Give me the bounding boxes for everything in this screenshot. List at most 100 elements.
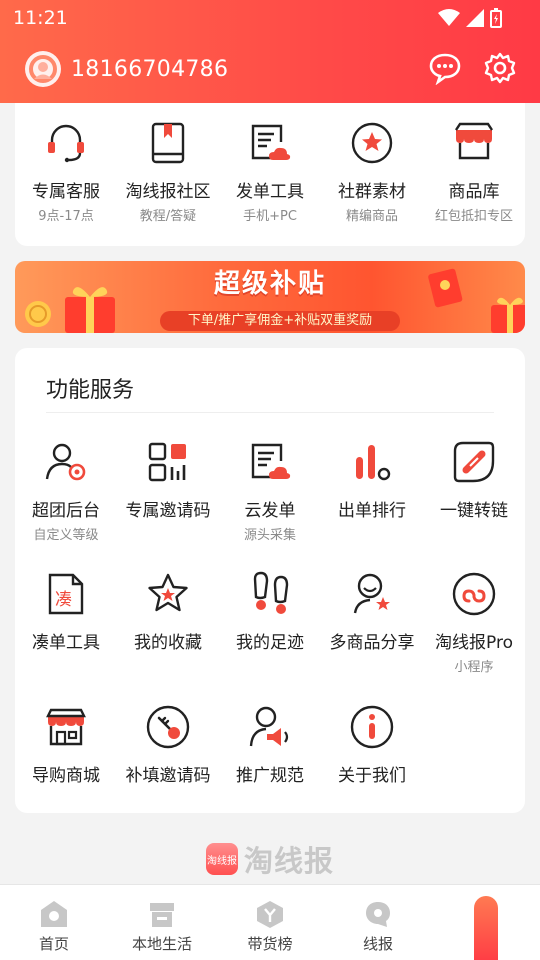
service-label: 多商品分享 — [329, 633, 415, 653]
service-favorites[interactable]: 我的收藏 — [117, 568, 219, 675]
coin-icon — [25, 301, 51, 327]
service-sub: 自定义等级 — [33, 528, 99, 543]
star-icon — [142, 568, 194, 620]
service-label: 凑单工具 — [32, 633, 100, 653]
service-label: 我的收藏 — [134, 633, 202, 653]
avatar[interactable] — [25, 51, 61, 87]
services-card: 功能服务 超团后台 自定义等级 专属邀请码 云发单 源头采集 出单排行 一键转链… — [15, 348, 525, 813]
service-footprint[interactable]: 我的足迹 — [219, 568, 321, 675]
star-circle-icon — [346, 117, 398, 169]
headset-icon — [40, 117, 92, 169]
service-fill-invite[interactable]: 补填邀请码 — [117, 701, 219, 789]
signal-icon — [466, 9, 484, 27]
cloud-doc-icon — [244, 436, 296, 488]
chat-tab-icon — [366, 902, 390, 927]
service-invite-code[interactable]: 专属邀请码 — [117, 436, 219, 543]
wifi-icon — [438, 9, 460, 26]
miniapp-icon — [448, 568, 500, 620]
tab-deals[interactable]: 线报 — [324, 899, 432, 954]
rank-tab-icon — [257, 901, 283, 928]
avatar-icon — [29, 55, 57, 83]
tab-home[interactable]: 首页 — [0, 899, 108, 954]
status-bar: 11:21 — [0, 0, 540, 36]
brand-name: 淘线报 — [243, 844, 334, 878]
link-icon — [448, 436, 500, 488]
service-label: 一键转链 — [440, 501, 508, 521]
home-icon — [41, 901, 67, 927]
tab-label: 线报 — [362, 935, 393, 953]
banner-subtitle: 下单/推广享佣金+补贴双重奖励 — [160, 311, 400, 331]
shortcut-materials[interactable]: 社群素材 精编商品 — [321, 117, 423, 224]
shortcut-sub: 教程/答疑 — [139, 209, 197, 224]
store-icon — [448, 117, 500, 169]
service-team-admin[interactable]: 超团后台 自定义等级 — [15, 436, 117, 543]
service-sub: 小程序 — [454, 660, 494, 675]
store-tab-icon — [150, 903, 174, 927]
brand-footer: 淘线报 淘线报 — [0, 838, 540, 880]
service-multi-share[interactable]: 多商品分享 — [321, 568, 423, 675]
shortcut-grid: 专属客服 9点-17点 淘线报社区 教程/答疑 发单工具 手机+PC 社群素材 … — [15, 117, 525, 224]
shop-icon — [40, 701, 92, 753]
shortcut-label: 商品库 — [448, 182, 500, 202]
service-cloud-post[interactable]: 云发单 源头采集 — [219, 436, 321, 543]
services-row: 导购商城 补填邀请码 推广规范 关于我们 — [15, 701, 525, 789]
shortcut-card: 专属客服 9点-17点 淘线报社区 教程/答疑 发单工具 手机+PC 社群素材 … — [15, 103, 525, 246]
service-cou-tool[interactable]: 凑 凑单工具 — [15, 568, 117, 675]
shortcut-sub: 手机+PC — [243, 209, 297, 224]
service-sub: 源头采集 — [243, 528, 296, 543]
book-icon — [142, 117, 194, 169]
service-label: 关于我们 — [338, 766, 406, 786]
service-ranking[interactable]: 出单排行 — [321, 436, 423, 543]
me-tab-icon[interactable] — [474, 896, 498, 960]
service-label: 推广规范 — [236, 766, 304, 786]
key-icon — [142, 701, 194, 753]
service-label: 超团后台 — [32, 501, 100, 521]
service-convert-link[interactable]: 一键转链 — [423, 436, 525, 543]
bar-rank-icon — [346, 436, 398, 488]
header: 11:21 18166704786 — [0, 0, 540, 103]
cloud-doc-icon — [244, 117, 296, 169]
status-time: 11:21 — [13, 7, 68, 29]
settings-icon[interactable] — [483, 51, 517, 85]
service-promo-rules[interactable]: 推广规范 — [219, 701, 321, 789]
tab-label: 本地生活 — [131, 935, 192, 953]
service-label: 出单排行 — [338, 501, 406, 521]
services-row: 凑 凑单工具 我的收藏 我的足迹 多商品分享 淘线报Pro 小程序 — [15, 568, 525, 675]
shortcut-posting-tool[interactable]: 发单工具 手机+PC — [219, 117, 321, 224]
tab-local-life[interactable]: 本地生活 — [108, 899, 216, 954]
message-icon[interactable] — [428, 51, 462, 85]
doc-cou-icon: 凑 — [40, 568, 92, 620]
megaphone-user-icon — [244, 701, 296, 753]
phone-number: 18166704786 — [71, 56, 229, 82]
service-label: 淘线报Pro — [435, 633, 513, 653]
service-pro-miniapp[interactable]: 淘线报Pro 小程序 — [423, 568, 525, 675]
service-label: 我的足迹 — [236, 633, 304, 653]
shortcut-customer-service[interactable]: 专属客服 9点-17点 — [15, 117, 117, 224]
shortcut-label: 发单工具 — [236, 182, 304, 202]
info-icon — [346, 701, 398, 753]
share-user-icon — [346, 568, 398, 620]
brand-logo-text: 淘线报 — [206, 855, 237, 867]
user-gear-icon — [40, 436, 92, 488]
tab-bar: 首页 本地生活 带货榜 线报 — [0, 884, 540, 960]
tab-label: 首页 — [38, 935, 69, 953]
shortcut-sub: 9点-17点 — [38, 209, 94, 224]
tab-ranking[interactable]: 带货榜 — [216, 899, 324, 954]
service-label: 补填邀请码 — [125, 766, 211, 786]
divider — [46, 412, 494, 413]
svg-text:凑: 凑 — [55, 590, 72, 610]
service-label: 云发单 — [244, 501, 296, 521]
promo-banner[interactable]: 超级补贴 下单/推广享佣金+补贴双重奖励 — [15, 261, 525, 333]
service-label: 导购商城 — [32, 766, 100, 786]
shortcut-community[interactable]: 淘线报社区 教程/答疑 — [117, 117, 219, 224]
banner-title: 超级补贴 — [213, 269, 326, 299]
brand-logo: 淘线报 — [205, 843, 238, 875]
shortcut-sub: 精编商品 — [345, 209, 398, 224]
service-shop-mall[interactable]: 导购商城 — [15, 701, 117, 789]
shortcut-label: 专属客服 — [32, 182, 100, 202]
shortcut-sub: 红包抵扣专区 — [434, 209, 513, 224]
profile[interactable]: 18166704786 — [25, 51, 228, 87]
shortcut-product-library[interactable]: 商品库 红包抵扣专区 — [423, 117, 525, 224]
service-about-us[interactable]: 关于我们 — [321, 701, 423, 789]
services-row: 超团后台 自定义等级 专属邀请码 云发单 源头采集 出单排行 一键转链 — [15, 436, 525, 543]
